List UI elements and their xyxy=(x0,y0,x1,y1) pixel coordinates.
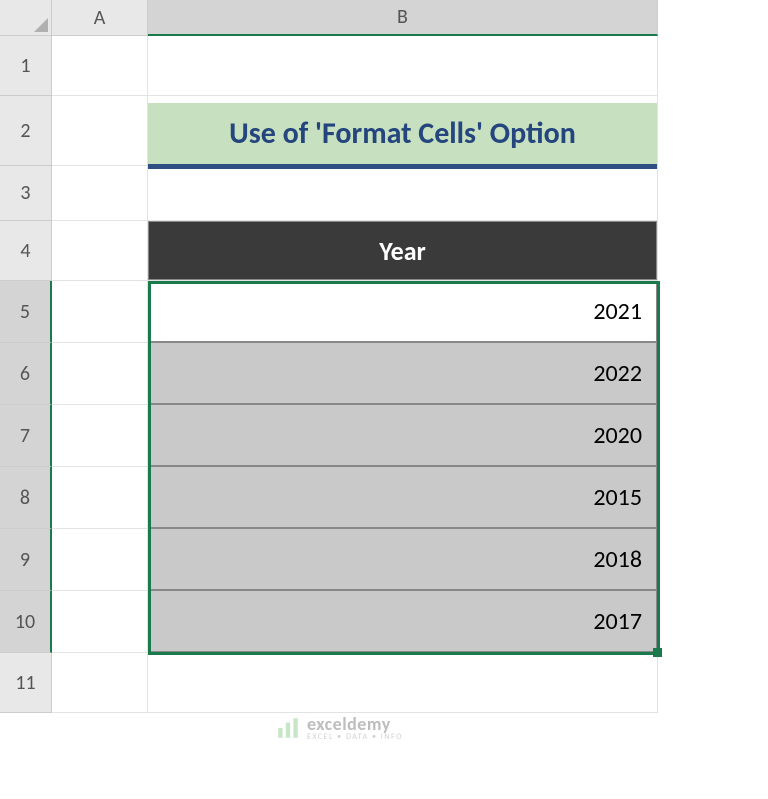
row-head-3[interactable]: 3 xyxy=(0,166,52,221)
row-head-1[interactable]: 1 xyxy=(0,36,52,96)
row-head-10[interactable]: 10 xyxy=(0,591,52,653)
cell-b11[interactable] xyxy=(148,653,658,713)
cell-a5[interactable] xyxy=(52,281,148,343)
cell-b9[interactable]: 2018 xyxy=(148,529,658,591)
row-head-5[interactable]: 5 xyxy=(0,281,52,343)
cell-b10[interactable]: 2017 xyxy=(148,591,658,653)
row-head-9[interactable]: 9 xyxy=(0,529,52,591)
row-head-7[interactable]: 7 xyxy=(0,405,52,467)
cell-b1[interactable] xyxy=(148,36,658,96)
cell-b4[interactable]: Year xyxy=(148,221,658,281)
watermark: exceldemy EXCEL • DATA • INFO xyxy=(275,713,403,742)
col-head-b[interactable]: B xyxy=(148,0,658,36)
cell-a11[interactable] xyxy=(52,653,148,713)
row-head-11[interactable]: 11 xyxy=(0,653,52,713)
select-all-corner[interactable] xyxy=(0,0,52,36)
cell-b7[interactable]: 2020 xyxy=(148,405,658,467)
cell-a8[interactable] xyxy=(52,467,148,529)
watermark-text: exceldemy EXCEL • DATA • INFO xyxy=(307,713,403,742)
row-head-6[interactable]: 6 xyxy=(0,343,52,405)
cell-b6[interactable]: 2022 xyxy=(148,343,658,405)
spreadsheet-grid: A B 1 2 Use of 'Format Cells' Option 3 4… xyxy=(0,0,768,713)
cell-b3[interactable] xyxy=(148,166,658,221)
col-head-a[interactable]: A xyxy=(52,0,148,36)
cell-a1[interactable] xyxy=(52,36,148,96)
cell-b8[interactable]: 2015 xyxy=(148,467,658,529)
cell-b2[interactable]: Use of 'Format Cells' Option xyxy=(148,96,658,166)
cell-a10[interactable] xyxy=(52,591,148,653)
cell-a7[interactable] xyxy=(52,405,148,467)
cell-a2[interactable] xyxy=(52,96,148,166)
table-header: Year xyxy=(148,221,657,280)
cell-a6[interactable] xyxy=(52,343,148,405)
row-head-8[interactable]: 8 xyxy=(0,467,52,529)
row-head-4[interactable]: 4 xyxy=(0,221,52,281)
row-head-2[interactable]: 2 xyxy=(0,96,52,166)
cell-a9[interactable] xyxy=(52,529,148,591)
chart-bars-icon xyxy=(275,715,301,741)
cell-b5[interactable]: 2021 xyxy=(148,281,658,343)
title-banner: Use of 'Format Cells' Option xyxy=(148,103,657,169)
cell-a4[interactable] xyxy=(52,221,148,281)
cell-a3[interactable] xyxy=(52,166,148,221)
